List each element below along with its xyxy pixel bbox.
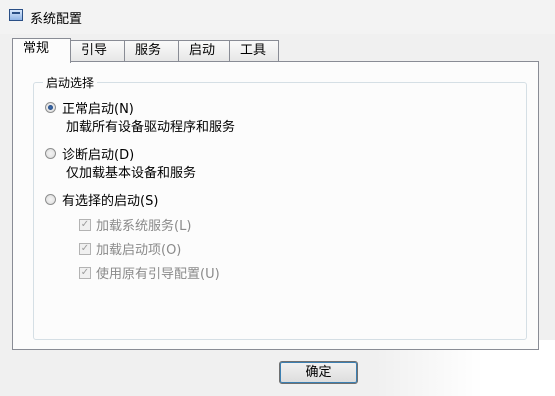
load-system-services-label: 加载系统服务(L) <box>96 219 192 234</box>
tab-startup[interactable]: 启动 <box>178 40 230 62</box>
title-bar: 系统配置 <box>0 0 555 34</box>
load-startup-items-checkbox: ✓ 加载启动项(O) <box>79 239 181 258</box>
tab-tools[interactable]: 工具 <box>229 40 279 62</box>
checkmark-icon: ✓ <box>79 218 91 231</box>
load-system-services-checkbox: ✓ 加载系统服务(L) <box>79 215 191 234</box>
tab-boot[interactable]: 引导 <box>70 40 125 62</box>
tab-services[interactable]: 服务 <box>124 40 179 62</box>
group-legend: 启动选择 <box>43 74 98 91</box>
diagnostic-startup-radio[interactable]: 诊断启动(D) <box>45 144 134 163</box>
radio-indicator[interactable] <box>45 102 56 113</box>
normal-startup-description: 加载所有设备驱动程序和服务 <box>66 120 236 135</box>
diagnostic-startup-label: 诊断启动(D) <box>62 148 135 163</box>
normal-startup-radio[interactable]: 正常启动(N) <box>45 98 134 117</box>
radio-indicator[interactable] <box>45 194 56 205</box>
tab-general[interactable]: 常规 <box>12 38 71 63</box>
normal-startup-label: 正常启动(N) <box>62 102 134 117</box>
tab-panel-general: 启动选择 正常启动(N) 加载所有设备驱动程序和服务 诊断启动(D) 仅加载基本… <box>12 61 539 350</box>
ok-button[interactable]: 确定 <box>279 361 358 384</box>
checkmark-icon: ✓ <box>79 266 91 279</box>
load-startup-items-label: 加载启动项(O) <box>96 243 182 258</box>
use-original-boot-config-checkbox: ✓ 使用原有引导配置(U) <box>79 263 220 282</box>
checkmark-icon: ✓ <box>79 242 91 255</box>
window-title: 系统配置 <box>30 12 83 27</box>
use-original-boot-config-label: 使用原有引导配置(U) <box>96 267 220 282</box>
selective-startup-label: 有选择的启动(S) <box>62 194 159 209</box>
selective-startup-radio[interactable]: 有选择的启动(S) <box>45 190 158 209</box>
diagnostic-startup-description: 仅加载基本设备和服务 <box>66 166 197 181</box>
radio-indicator[interactable] <box>45 148 56 159</box>
system-config-icon <box>9 9 23 21</box>
